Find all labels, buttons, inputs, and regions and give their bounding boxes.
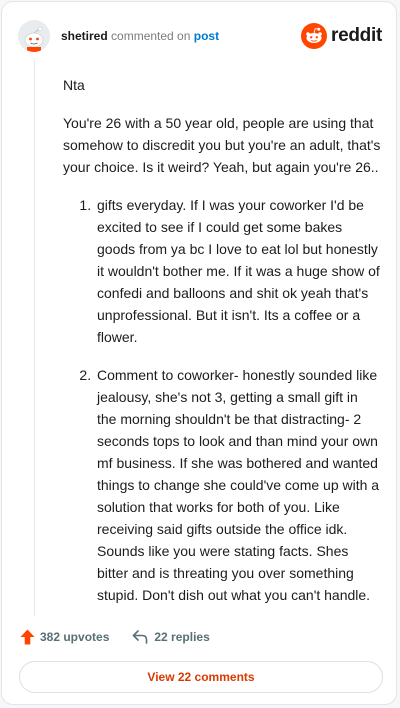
reddit-logo[interactable]: reddit (301, 23, 382, 49)
list-item: Comment to coworker- honestly sounded li… (95, 364, 381, 606)
comment-meta: shetired commented on post (61, 28, 219, 44)
replies-button[interactable]: 22 replies (132, 630, 210, 644)
list-item: gifts everyday. If I was your coworker I… (95, 194, 381, 348)
reply-arrow-icon (133, 630, 148, 644)
comment-paragraph: You're 26 with a 50 year old, people are… (63, 115, 381, 175)
reddit-logo-icon (301, 23, 328, 49)
view-comments-button[interactable]: View 22 comments (19, 661, 383, 693)
upvote-count: 382 upvotes (40, 630, 110, 644)
username-link[interactable]: shetired (61, 29, 108, 43)
replies-count: 22 replies (154, 630, 210, 644)
brand-wordmark: reddit (331, 25, 382, 46)
upvote-button[interactable]: 382 upvotes (20, 629, 109, 645)
comment-list: gifts everyday. If I was your coworker I… (63, 194, 381, 606)
avatar-icon (18, 20, 50, 52)
comment-body: Nta You're 26 with a 50 year old, people… (63, 74, 381, 622)
post-link[interactable]: post (194, 29, 219, 43)
avatar[interactable] (18, 20, 50, 52)
comment-footer: 382 upvotes 22 replies (20, 627, 210, 647)
thread-line (34, 60, 35, 616)
action-text: commented on (111, 29, 191, 43)
comment-paragraph: Nta (63, 77, 85, 93)
comment-card: shetired commented on post reddit Nta Yo… (1, 1, 397, 705)
comment-header: shetired commented on post reddit (18, 20, 382, 52)
upvote-arrow-icon (20, 629, 35, 645)
